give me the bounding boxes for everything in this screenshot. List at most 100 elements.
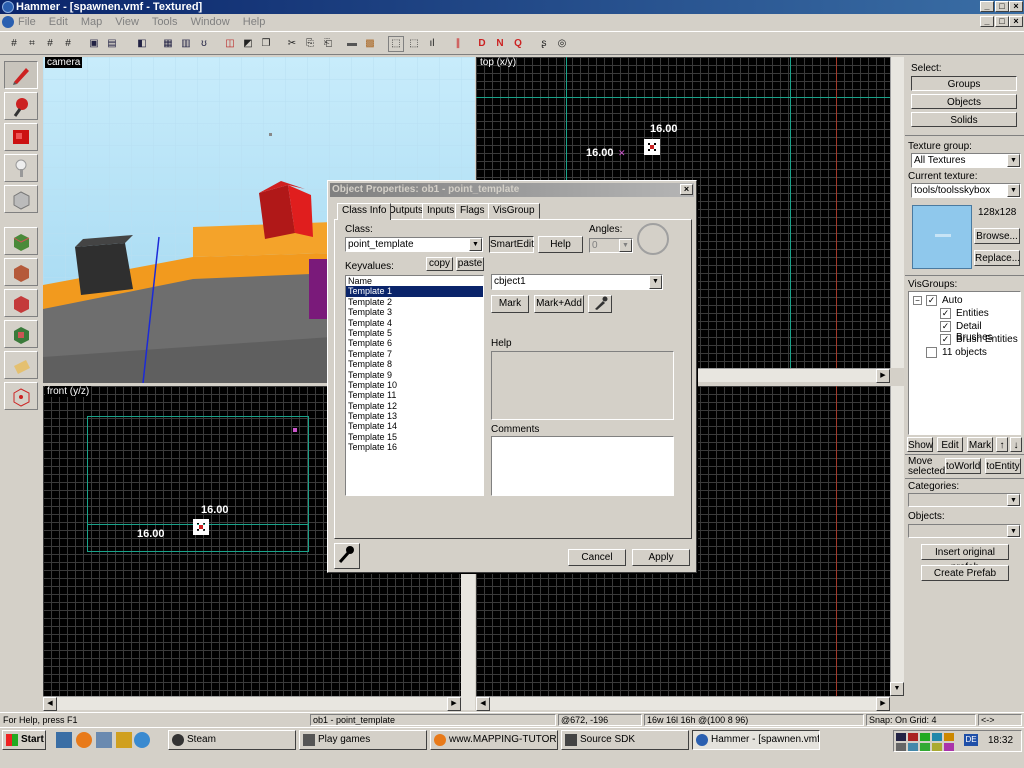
mark-button[interactable]: Mark: [491, 295, 529, 313]
ie-icon[interactable]: [134, 732, 150, 748]
move-down-icon[interactable]: ↓: [1010, 437, 1022, 452]
task-hammer[interactable]: Hammer - [spawnen.vmf ...: [692, 730, 820, 750]
keyvalue-item[interactable]: Name: [346, 276, 483, 286]
tray-icon[interactable]: [896, 733, 906, 741]
task-play-games[interactable]: Play games: [299, 730, 427, 750]
tab-visgroup[interactable]: VisGroup: [488, 203, 540, 219]
side-hscroll[interactable]: ◀ ▶: [476, 696, 890, 711]
flip-icon[interactable]: ◫: [222, 36, 238, 52]
paste-icon[interactable]: ⎘: [302, 36, 318, 52]
front-hscroll[interactable]: ◀ ▶: [43, 696, 461, 711]
visgroup-icon[interactable]: D: [474, 36, 490, 52]
texture-tool-icon[interactable]: [4, 227, 38, 255]
select-groups-button[interactable]: Groups: [911, 76, 1017, 91]
side-vscroll[interactable]: ▼: [890, 386, 904, 696]
settings-icon[interactable]: ◎: [554, 36, 570, 52]
tray-icon[interactable]: [920, 733, 930, 741]
hammer-app-icon[interactable]: [2, 1, 14, 13]
rotate-icon[interactable]: ◩: [240, 36, 256, 52]
hide-icon[interactable]: ◧: [134, 36, 150, 52]
doc-restore-button[interactable]: □: [995, 16, 1009, 27]
keyvalue-item[interactable]: Template 10: [346, 380, 483, 390]
chevron-down-icon[interactable]: ▼: [1007, 494, 1020, 506]
visgroups-tree[interactable]: − ✓ Auto ✓ Entities ✓ Detail Brushes ✓ B…: [908, 291, 1021, 435]
cancel-button[interactable]: Cancel: [568, 549, 626, 566]
run-icon[interactable]: ∥: [450, 36, 466, 52]
move-up-icon[interactable]: ↑: [996, 437, 1008, 452]
tray-icon[interactable]: [932, 733, 942, 741]
select-objects-button[interactable]: Objects: [911, 94, 1017, 109]
to-world-button[interactable]: toWorld: [945, 458, 981, 474]
clock[interactable]: 18:32: [988, 735, 1013, 746]
doc-close-button[interactable]: ×: [1009, 16, 1023, 27]
task-source-sdk[interactable]: Source SDK: [561, 730, 689, 750]
grid-3d-icon[interactable]: ⌗: [24, 36, 40, 52]
copy-button[interactable]: copy: [426, 257, 453, 271]
entity-tool-icon[interactable]: [4, 154, 38, 182]
keyvalue-item[interactable]: Template 14: [346, 421, 483, 431]
top-vscroll[interactable]: [890, 57, 904, 368]
vertex-tool-icon[interactable]: [4, 382, 38, 410]
to-entity-button[interactable]: toEntity: [985, 458, 1021, 474]
vertex-icon[interactable]: ʊ: [196, 36, 212, 52]
help-button[interactable]: Help: [538, 236, 583, 253]
select-icon[interactable]: ⬚: [388, 36, 404, 52]
angle-dial-icon[interactable]: [637, 223, 669, 255]
tray-icon[interactable]: [932, 743, 942, 751]
keyvalue-item[interactable]: Template 1: [346, 286, 483, 297]
chevron-down-icon[interactable]: ▼: [1007, 184, 1020, 197]
tab-flags[interactable]: Flags: [455, 203, 490, 219]
categories-select[interactable]: ▼: [908, 493, 1021, 507]
close-button[interactable]: ×: [1009, 1, 1023, 12]
visgroup-edit-button[interactable]: Edit: [937, 437, 963, 452]
ungroup-entity-icon[interactable]: ʂ: [536, 36, 552, 52]
grid-large-icon[interactable]: #: [60, 36, 76, 52]
entity-icon[interactable]: ⬚: [406, 36, 422, 52]
tab-class-info[interactable]: Class Info: [337, 203, 392, 220]
tray-icon[interactable]: [944, 733, 954, 741]
tray-icon[interactable]: [908, 733, 918, 741]
angles-select[interactable]: 0 ▼: [589, 238, 633, 253]
redo-icon[interactable]: Q: [510, 36, 526, 52]
value-combo[interactable]: cbject1 ▼: [491, 274, 663, 290]
tray-icon[interactable]: [896, 743, 906, 751]
visgroup-checkbox-brush-entities[interactable]: ✓: [940, 334, 951, 345]
menu-tools[interactable]: Tools: [152, 16, 178, 28]
task-steam[interactable]: Steam: [168, 730, 296, 750]
current-texture-select[interactable]: tools/toolsskybox ▼: [911, 183, 1021, 198]
clip-tool-icon[interactable]: [4, 351, 38, 379]
menu-help[interactable]: Help: [243, 16, 266, 28]
visgroup-checkbox-auto[interactable]: ✓: [926, 295, 937, 306]
copy-icon[interactable]: ❐: [258, 36, 274, 52]
texture-preview[interactable]: [912, 205, 972, 269]
keyvalues-list[interactable]: Name Template 1 Template 2 Template 3 Templa…: [345, 275, 484, 496]
language-indicator[interactable]: DE: [964, 734, 978, 746]
eyedropper-icon[interactable]: [588, 295, 612, 313]
create-prefab-button[interactable]: Create Prefab: [921, 565, 1009, 581]
menu-window[interactable]: Window: [191, 16, 230, 28]
replace-button[interactable]: Replace...: [974, 250, 1020, 266]
magnify-tool-icon[interactable]: [4, 92, 38, 120]
cut-icon[interactable]: ✂: [284, 36, 300, 52]
grid-small-icon[interactable]: #: [42, 36, 58, 52]
smartedit-button[interactable]: SmartEdit: [489, 236, 534, 253]
scroll-right-arrow[interactable]: ▶: [447, 697, 461, 711]
visgroup-checkbox-entities[interactable]: ✓: [940, 308, 951, 319]
paste-button[interactable]: paste: [456, 257, 484, 271]
scroll-left-arrow[interactable]: ◀: [476, 697, 490, 711]
tray-icon[interactable]: [908, 743, 918, 751]
visgroup-checkbox-detail[interactable]: ✓: [940, 321, 951, 332]
menu-file[interactable]: File: [18, 16, 36, 28]
maximize-button[interactable]: □: [995, 1, 1009, 12]
keyvalue-item[interactable]: Template 16: [346, 442, 483, 452]
tab-inputs[interactable]: Inputs: [422, 203, 460, 219]
dialog-close-icon[interactable]: ×: [680, 184, 693, 195]
keyvalue-item[interactable]: Template 4: [346, 318, 483, 328]
chevron-down-icon[interactable]: ▼: [1007, 525, 1020, 537]
scroll-right-arrow[interactable]: ▶: [876, 697, 890, 711]
undo-icon[interactable]: ⎗: [320, 36, 336, 52]
keyvalue-item[interactable]: Template 9: [346, 370, 483, 380]
keyvalue-item[interactable]: Template 7: [346, 349, 483, 359]
firefox-quicklaunch-icon[interactable]: [76, 732, 92, 748]
visgroup-show-button[interactable]: Show: [907, 437, 933, 452]
